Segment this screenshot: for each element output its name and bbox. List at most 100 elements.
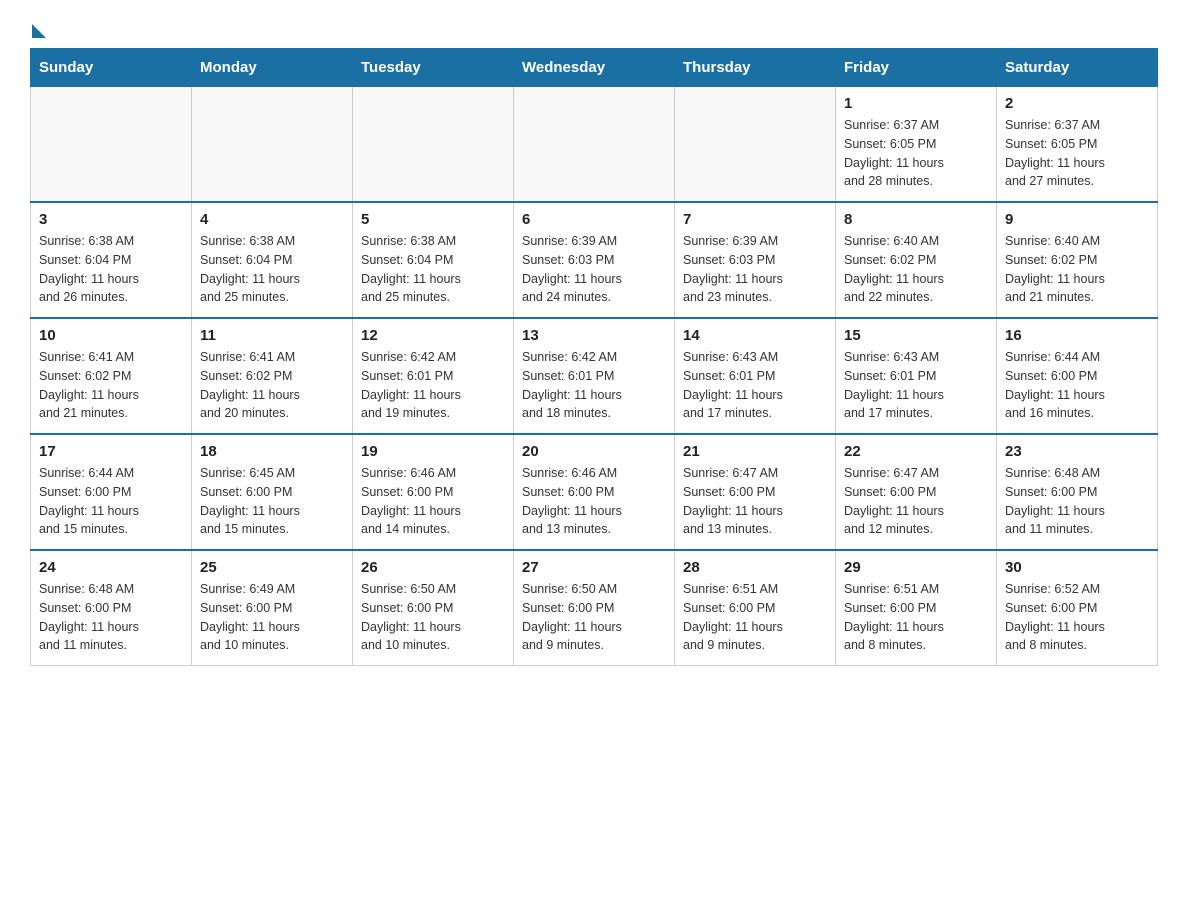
sun-info: Sunrise: 6:48 AM Sunset: 6:00 PM Dayligh… (1005, 464, 1149, 539)
calendar-cell (675, 87, 836, 203)
calendar-cell: 4Sunrise: 6:38 AM Sunset: 6:04 PM Daylig… (192, 202, 353, 318)
sun-info: Sunrise: 6:39 AM Sunset: 6:03 PM Dayligh… (683, 232, 827, 307)
calendar-cell: 30 Sunrise: 6:52 AM Sunset: 6:00 PM Dayli… (997, 550, 1158, 666)
day-number: 30 (1005, 559, 1149, 576)
day-number: 21 (683, 443, 827, 460)
sun-info: Sunrise: 6:37 AM Sunset: 6:05 PM Dayligh… (1005, 116, 1149, 191)
sun-info: Sunrise: 6:47 AM Sunset: 6:00 PM Dayligh… (683, 464, 827, 539)
sun-info: Sunrise: 6:47 AM Sunset: 6:00 PM Dayligh… (844, 464, 988, 539)
sun-info: Sunrise: 6:46 AM Sunset: 6:00 PM Dayligh… (361, 464, 505, 539)
sun-info: Sunrise: 6:50 AM Sunset: 6:00 PM Dayligh… (361, 580, 505, 655)
column-header-wednesday: Wednesday (514, 49, 675, 87)
logo-arrow-icon (32, 24, 46, 38)
calendar-cell: 9Sunrise: 6:40 AM Sunset: 6:02 PM Daylig… (997, 202, 1158, 318)
sun-info: Sunrise: 6:52 AM Sunset: 6:00 PM Dayligh… (1005, 580, 1149, 655)
calendar-cell: 18 Sunrise: 6:45 AM Sunset: 6:00 PM Dayli… (192, 434, 353, 550)
calendar-cell: 12 Sunrise: 6:42 AM Sunset: 6:01 PM Dayli… (353, 318, 514, 434)
column-header-sunday: Sunday (31, 49, 192, 87)
day-number: 2 (1005, 95, 1149, 112)
sun-info: Sunrise: 6:44 AM Sunset: 6:00 PM Dayligh… (39, 464, 183, 539)
calendar-cell: 29 Sunrise: 6:51 AM Sunset: 6:00 PM Dayli… (836, 550, 997, 666)
day-number: 3 (39, 211, 183, 228)
day-number: 1 (844, 95, 988, 112)
calendar-week-row: 17Sunrise: 6:44 AM Sunset: 6:00 PM Dayli… (31, 434, 1158, 550)
page-header (30, 20, 1158, 38)
calendar-cell: 28 Sunrise: 6:51 AM Sunset: 6:00 PM Dayli… (675, 550, 836, 666)
sun-info: Sunrise: 6:43 AM Sunset: 6:01 PM Dayligh… (683, 348, 827, 423)
calendar-cell: 1 Sunrise: 6:37 AM Sunset: 6:05 PM Daylig… (836, 87, 997, 203)
sun-info: Sunrise: 6:51 AM Sunset: 6:00 PM Dayligh… (844, 580, 988, 655)
column-header-monday: Monday (192, 49, 353, 87)
sun-info: Sunrise: 6:48 AM Sunset: 6:00 PM Dayligh… (39, 580, 183, 655)
calendar-cell: 13 Sunrise: 6:42 AM Sunset: 6:01 PM Dayli… (514, 318, 675, 434)
day-number: 25 (200, 559, 344, 576)
day-number: 24 (39, 559, 183, 576)
column-header-tuesday: Tuesday (353, 49, 514, 87)
logo (30, 20, 46, 38)
day-number: 16 (1005, 327, 1149, 344)
day-number: 10 (39, 327, 183, 344)
calendar-cell: 11 Sunrise: 6:41 AM Sunset: 6:02 PM Dayli… (192, 318, 353, 434)
day-number: 6 (522, 211, 666, 228)
sun-info: Sunrise: 6:42 AM Sunset: 6:01 PM Dayligh… (522, 348, 666, 423)
day-number: 15 (844, 327, 988, 344)
calendar-cell: 20Sunrise: 6:46 AM Sunset: 6:00 PM Dayli… (514, 434, 675, 550)
day-number: 5 (361, 211, 505, 228)
calendar-header-row: SundayMondayTuesdayWednesdayThursdayFrid… (31, 49, 1158, 87)
sun-info: Sunrise: 6:51 AM Sunset: 6:00 PM Dayligh… (683, 580, 827, 655)
calendar-cell: 2 Sunrise: 6:37 AM Sunset: 6:05 PM Daylig… (997, 87, 1158, 203)
day-number: 29 (844, 559, 988, 576)
calendar-cell: 3Sunrise: 6:38 AM Sunset: 6:04 PM Daylig… (31, 202, 192, 318)
calendar-week-row: 10 Sunrise: 6:41 AM Sunset: 6:02 PM Dayli… (31, 318, 1158, 434)
day-number: 26 (361, 559, 505, 576)
day-number: 20 (522, 443, 666, 460)
sun-info: Sunrise: 6:43 AM Sunset: 6:01 PM Dayligh… (844, 348, 988, 423)
day-number: 8 (844, 211, 988, 228)
column-header-friday: Friday (836, 49, 997, 87)
column-header-thursday: Thursday (675, 49, 836, 87)
sun-info: Sunrise: 6:40 AM Sunset: 6:02 PM Dayligh… (1005, 232, 1149, 307)
calendar-cell: 24 Sunrise: 6:48 AM Sunset: 6:00 PM Dayli… (31, 550, 192, 666)
sun-info: Sunrise: 6:45 AM Sunset: 6:00 PM Dayligh… (200, 464, 344, 539)
sun-info: Sunrise: 6:38 AM Sunset: 6:04 PM Dayligh… (361, 232, 505, 307)
day-number: 13 (522, 327, 666, 344)
day-number: 23 (1005, 443, 1149, 460)
day-number: 28 (683, 559, 827, 576)
calendar-cell: 7Sunrise: 6:39 AM Sunset: 6:03 PM Daylig… (675, 202, 836, 318)
day-number: 22 (844, 443, 988, 460)
calendar-cell: 27 Sunrise: 6:50 AM Sunset: 6:00 PM Dayli… (514, 550, 675, 666)
calendar-cell: 25 Sunrise: 6:49 AM Sunset: 6:00 PM Dayli… (192, 550, 353, 666)
sun-info: Sunrise: 6:42 AM Sunset: 6:01 PM Dayligh… (361, 348, 505, 423)
sun-info: Sunrise: 6:41 AM Sunset: 6:02 PM Dayligh… (200, 348, 344, 423)
day-number: 27 (522, 559, 666, 576)
calendar-cell: 10 Sunrise: 6:41 AM Sunset: 6:02 PM Dayli… (31, 318, 192, 434)
calendar-cell (514, 87, 675, 203)
sun-info: Sunrise: 6:50 AM Sunset: 6:00 PM Dayligh… (522, 580, 666, 655)
calendar-cell: 5 Sunrise: 6:38 AM Sunset: 6:04 PM Daylig… (353, 202, 514, 318)
column-header-saturday: Saturday (997, 49, 1158, 87)
day-number: 14 (683, 327, 827, 344)
calendar-cell: 19 Sunrise: 6:46 AM Sunset: 6:00 PM Dayli… (353, 434, 514, 550)
day-number: 12 (361, 327, 505, 344)
sun-info: Sunrise: 6:39 AM Sunset: 6:03 PM Dayligh… (522, 232, 666, 307)
calendar-cell (192, 87, 353, 203)
calendar-week-row: 3 Sunrise: 6:38 AM Sunset: 6:04 PM Daylig… (31, 202, 1158, 318)
calendar-cell: 22 Sunrise: 6:47 AM Sunset: 6:00 PM Dayli… (836, 434, 997, 550)
day-number: 19 (361, 443, 505, 460)
day-number: 4 (200, 211, 344, 228)
calendar-cell: 17Sunrise: 6:44 AM Sunset: 6:00 PM Dayli… (31, 434, 192, 550)
calendar-cell (31, 87, 192, 203)
calendar-week-row: 1 Sunrise: 6:37 AM Sunset: 6:05 PM Daylig… (31, 87, 1158, 203)
calendar-cell: 21 Sunrise: 6:47 AM Sunset: 6:00 PM Dayli… (675, 434, 836, 550)
sun-info: Sunrise: 6:37 AM Sunset: 6:05 PM Dayligh… (844, 116, 988, 191)
sun-info: Sunrise: 6:49 AM Sunset: 6:00 PM Dayligh… (200, 580, 344, 655)
calendar-cell: 8 Sunrise: 6:40 AM Sunset: 6:02 PM Daylig… (836, 202, 997, 318)
calendar-cell: 14 Sunrise: 6:43 AM Sunset: 6:01 PM Dayli… (675, 318, 836, 434)
sun-info: Sunrise: 6:40 AM Sunset: 6:02 PM Dayligh… (844, 232, 988, 307)
calendar-cell: 26 Sunrise: 6:50 AM Sunset: 6:00 PM Dayli… (353, 550, 514, 666)
calendar-week-row: 24 Sunrise: 6:48 AM Sunset: 6:00 PM Dayli… (31, 550, 1158, 666)
calendar-cell: 23 Sunrise: 6:48 AM Sunset: 6:00 PM Dayli… (997, 434, 1158, 550)
day-number: 18 (200, 443, 344, 460)
day-number: 11 (200, 327, 344, 344)
sun-info: Sunrise: 6:41 AM Sunset: 6:02 PM Dayligh… (39, 348, 183, 423)
